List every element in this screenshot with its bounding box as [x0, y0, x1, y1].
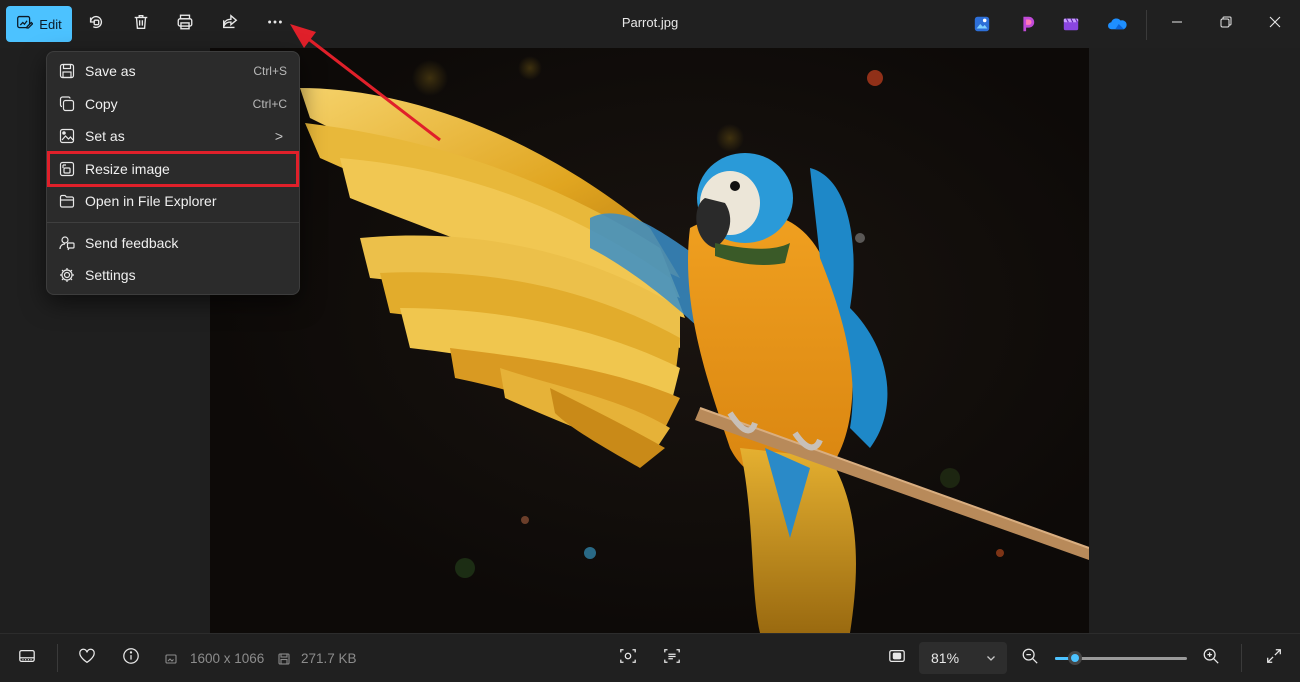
zoom-in-icon [1202, 647, 1220, 670]
onedrive-icon[interactable] [1106, 14, 1128, 34]
more-options-icon [266, 13, 284, 36]
close-icon [1269, 15, 1281, 33]
window-title: Parrot.jpg [621, 15, 679, 30]
feedback-icon [59, 235, 75, 251]
zoom-level-value: 81% [931, 650, 960, 666]
info-icon [122, 647, 140, 670]
restore-button[interactable] [1203, 0, 1249, 48]
visual-search-icon [619, 647, 637, 670]
fit-to-window-icon [888, 647, 906, 670]
more-options-menu: Save as Ctrl+S Copy Ctrl+C Set as > Resi… [46, 51, 300, 295]
file-size-icon [278, 652, 290, 665]
chevron-right-icon: > [274, 128, 283, 145]
menu-item-send-feedback[interactable]: Send feedback [47, 227, 299, 260]
rotate-icon [87, 13, 105, 36]
visual-search-button[interactable] [616, 646, 640, 670]
menu-item-resize-image[interactable]: Resize image [47, 150, 299, 187]
filmstrip-button[interactable] [15, 646, 39, 670]
menu-item-label: Open in File Explorer [85, 193, 217, 210]
fit-to-window-button[interactable] [885, 646, 909, 670]
zoom-in-button[interactable] [1199, 646, 1223, 670]
delete-icon [132, 13, 150, 36]
title-divider [1146, 10, 1147, 40]
share-button[interactable] [212, 6, 248, 42]
menu-item-settings[interactable]: Settings [47, 259, 299, 292]
filmstrip-icon [18, 647, 36, 670]
status-divider [57, 644, 58, 672]
menu-item-save-as[interactable]: Save as Ctrl+S [47, 55, 299, 88]
save-icon [59, 63, 75, 79]
edit-image-icon [16, 14, 34, 34]
folder-icon [59, 193, 75, 209]
file-info-button[interactable] [119, 646, 143, 670]
image-creator-icon[interactable] [972, 14, 992, 34]
zoom-slider-thumb[interactable] [1067, 651, 1082, 665]
dimensions-icon [165, 652, 177, 664]
zoom-out-button[interactable] [1018, 646, 1042, 670]
menu-item-shortcut: Ctrl+S [253, 64, 287, 79]
parrot-photo [210, 48, 1089, 633]
menu-item-copy[interactable]: Copy Ctrl+C [47, 88, 299, 121]
edit-button-label: Edit [39, 16, 62, 32]
share-icon [221, 13, 239, 36]
menu-item-label: Set as [85, 128, 125, 145]
clipchamp-icon[interactable] [1017, 14, 1037, 34]
menu-item-set-as[interactable]: Set as > [47, 120, 299, 153]
more-options-button[interactable] [257, 6, 293, 42]
resize-icon [59, 161, 75, 177]
close-button[interactable] [1252, 0, 1298, 48]
restore-icon [1220, 15, 1232, 33]
text-scan-icon [663, 647, 681, 670]
menu-item-label: Save as [85, 63, 136, 80]
image-dimensions: 1600 x 1066 [190, 651, 265, 666]
text-scan-button[interactable] [660, 646, 684, 670]
minimize-button[interactable] [1154, 0, 1200, 48]
menu-item-label: Settings [85, 267, 136, 284]
menu-item-label: Copy [85, 95, 118, 112]
heart-icon [78, 647, 96, 670]
zoom-out-icon [1021, 647, 1039, 670]
favorite-button[interactable] [75, 646, 99, 670]
full-screen-button[interactable] [1262, 646, 1286, 670]
expand-icon [1265, 647, 1283, 670]
copy-icon [59, 95, 75, 112]
menu-item-shortcut: Ctrl+C [252, 96, 287, 111]
title-bar: Edit Parrot.jpg [0, 0, 1300, 48]
menu-item-open-in-file-explorer[interactable]: Open in File Explorer [47, 185, 299, 218]
status-bar: 1600 x 1066 271.7 KB 81% [0, 633, 1300, 682]
print-icon [176, 13, 194, 36]
minimize-icon [1171, 15, 1183, 33]
print-button[interactable] [167, 6, 203, 42]
edit-button[interactable]: Edit [6, 6, 72, 42]
settings-icon [59, 267, 75, 283]
menu-item-label: Send feedback [85, 234, 179, 251]
set-as-icon [59, 128, 75, 144]
file-size: 271.7 KB [301, 651, 357, 666]
menu-item-label: Resize image [85, 160, 170, 177]
menu-separator [47, 221, 299, 223]
zoom-level-dropdown[interactable]: 81% [919, 642, 1007, 674]
video-editor-icon[interactable] [1061, 14, 1081, 34]
delete-button[interactable] [123, 6, 159, 42]
chevron-down-icon [985, 651, 997, 663]
rotate-button[interactable] [78, 6, 114, 42]
status-divider [1241, 644, 1242, 672]
